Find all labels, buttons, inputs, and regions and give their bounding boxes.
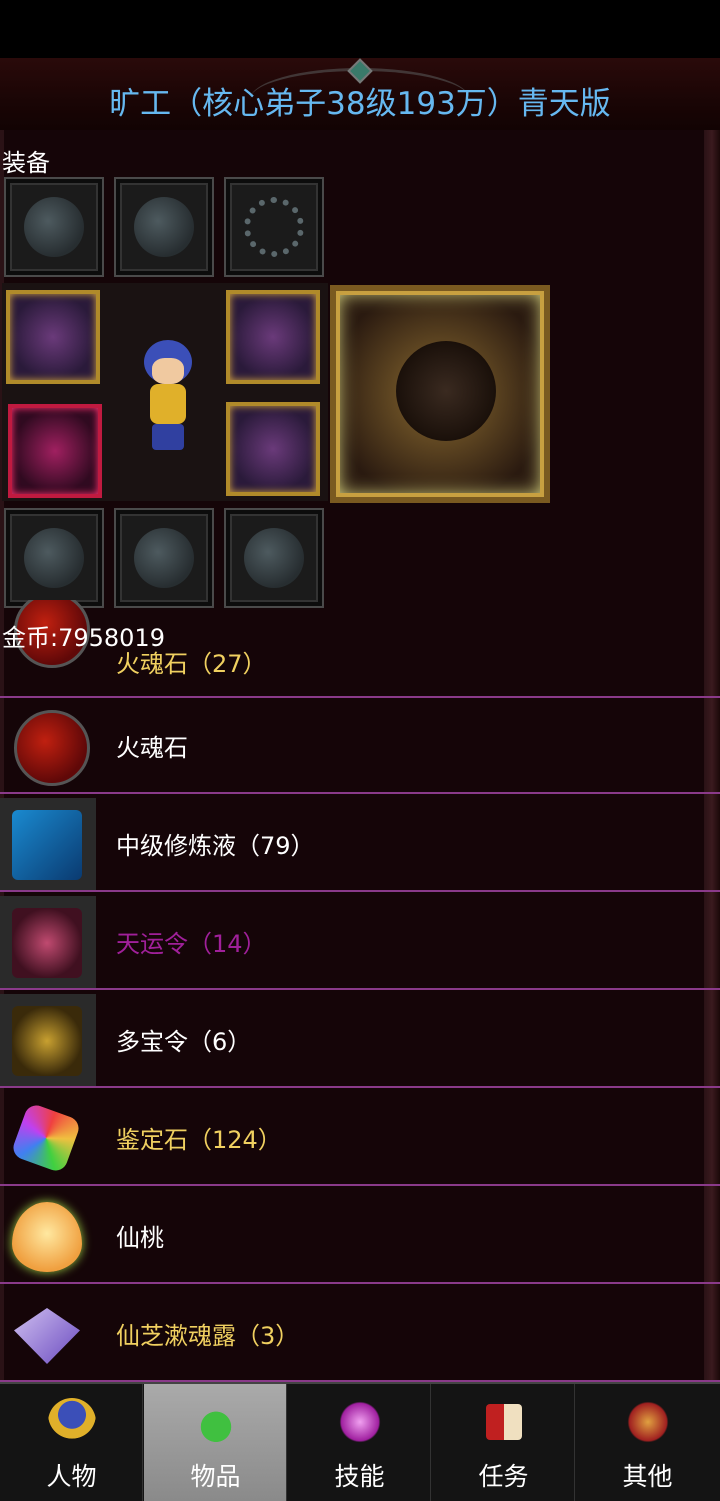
tab-label: 人物 (46, 1462, 97, 1491)
quest-flag-icon (486, 1404, 522, 1440)
tab-skills[interactable]: 技能 (288, 1384, 431, 1501)
character-avatar (136, 340, 200, 452)
bracer-icon (24, 528, 84, 588)
status-bar (0, 0, 720, 58)
equip-slot-mount[interactable] (330, 285, 550, 503)
equip-slot-armor[interactable] (114, 177, 214, 277)
equip-slot-shield-left[interactable] (8, 404, 102, 498)
item-label: 仙芝漱魂露（3） (116, 1322, 300, 1350)
avatar-legs (152, 424, 184, 450)
list-item[interactable]: 仙芝漱魂露（3） (0, 1286, 720, 1382)
list-item[interactable]: 火魂石 (0, 698, 720, 794)
tab-label: 物品 (190, 1462, 241, 1491)
equip-slot-helmet[interactable] (4, 177, 104, 277)
bead-necklace-icon (244, 197, 304, 257)
equip-slot-weapon-left[interactable] (6, 290, 100, 384)
item-icon-box (0, 1092, 96, 1184)
equip-slot-boots[interactable] (114, 508, 214, 608)
item-icon-box (0, 1288, 96, 1380)
tab-other[interactable]: 其他 (576, 1384, 719, 1501)
equip-slot-necklace[interactable] (224, 177, 324, 277)
list-item[interactable]: 鉴定石（124） (0, 1090, 720, 1186)
tab-label: 技能 (334, 1462, 385, 1491)
armor-icon (134, 197, 194, 257)
tab-quests[interactable]: 任务 (432, 1384, 575, 1501)
character-icon (48, 1398, 96, 1446)
skill-swirl-icon (336, 1398, 384, 1446)
item-icon-box (0, 994, 96, 1086)
avatar-body (150, 384, 186, 424)
peach-icon (12, 1202, 82, 1272)
gold-coins: 金币:7958019 (2, 624, 165, 652)
spider-mount-icon (396, 341, 496, 441)
list-item[interactable]: 天运令（14） (0, 894, 720, 990)
avatar-face (152, 358, 184, 384)
misc-sword-icon (624, 1398, 672, 1446)
item-label: 中级修炼液（79） (116, 832, 315, 860)
equip-slot-bracer[interactable] (4, 508, 104, 608)
boots-icon (134, 528, 194, 588)
item-label: 鉴定石（124） (116, 1126, 282, 1154)
fire-orb-icon (14, 710, 90, 786)
equip-slot-ring[interactable] (224, 508, 324, 608)
item-label: 天运令（14） (116, 930, 267, 958)
item-icon-box (0, 700, 96, 792)
helmet-icon (24, 197, 84, 257)
list-item[interactable]: 多宝令（6） (0, 992, 720, 1088)
treasure-token-icon (12, 1006, 82, 1076)
potion-bag-icon (192, 1398, 240, 1446)
equip-slot-shield-right[interactable] (226, 402, 320, 496)
identify-gem-icon (10, 1102, 82, 1174)
page-title: 旷工（核心弟子38级193万）青天版 (109, 86, 611, 122)
item-icon-box (0, 798, 96, 890)
soul-dew-bottle-icon (14, 1308, 80, 1364)
item-icon-box (0, 1190, 96, 1282)
tab-character[interactable]: 人物 (0, 1384, 143, 1501)
equipment-label: 装备 (2, 149, 50, 177)
list-item[interactable]: 仙桃 (0, 1188, 720, 1284)
ring-icon (244, 528, 304, 588)
list-item[interactable]: 中级修炼液（79） (0, 796, 720, 892)
item-icon-box (0, 896, 96, 988)
equip-slot-weapon-right[interactable] (226, 290, 320, 384)
tab-label: 其他 (622, 1462, 673, 1491)
item-label: 火魂石 (116, 734, 188, 762)
tab-label: 任务 (478, 1462, 529, 1491)
bottom-tab-bar: 人物 物品 技能 任务 其他 (0, 1382, 720, 1501)
fortune-token-icon (12, 908, 82, 978)
item-label: 仙桃 (116, 1224, 164, 1252)
cultivation-potion-icon (12, 810, 82, 880)
tab-items[interactable]: 物品 (144, 1384, 287, 1501)
item-label: 多宝令（6） (116, 1028, 252, 1056)
